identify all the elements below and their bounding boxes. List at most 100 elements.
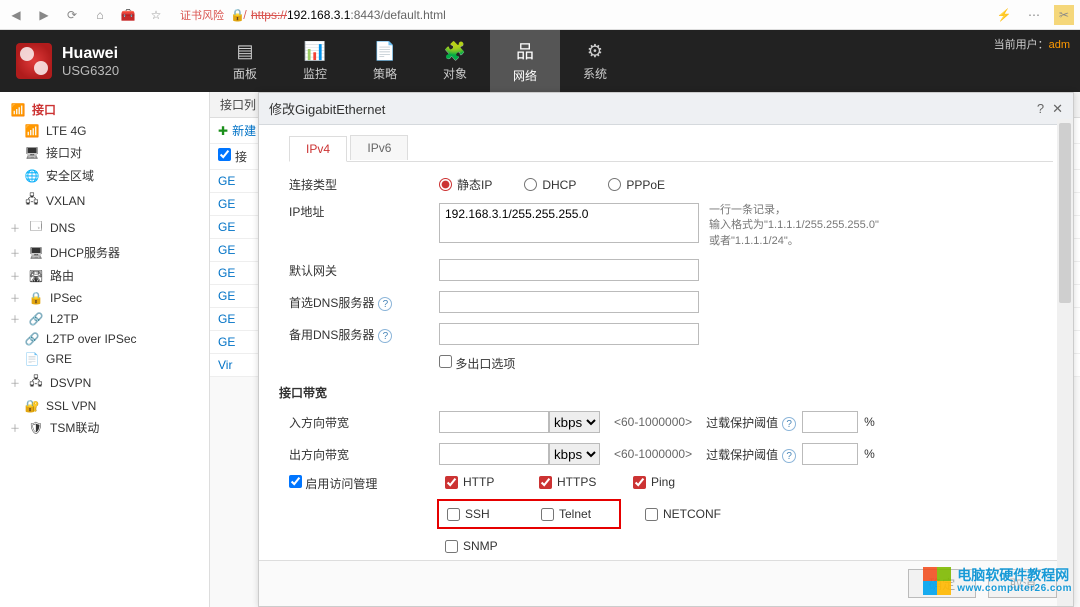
- tree-tsm[interactable]: ＋🛡TSM联动: [4, 416, 205, 439]
- add-button[interactable]: 新建: [232, 124, 256, 138]
- home-button[interactable]: ⌂: [90, 5, 110, 25]
- highlight-box: SSH Telnet: [437, 499, 621, 529]
- dialog-title: 修改GigabitEthernet: [269, 99, 385, 118]
- lock-insecure-icon: 🔒̸: [230, 8, 245, 22]
- content-area: 接口列 ✚新建 接 GE GE GE GE GE GE GE GE Vir 修改…: [210, 92, 1080, 607]
- nav-system[interactable]: ⚙系统: [560, 30, 630, 92]
- close-icon[interactable]: ✕: [1052, 101, 1063, 117]
- zone-icon: 🌐: [24, 169, 40, 183]
- chk-ssh[interactable]: SSH: [447, 507, 517, 521]
- label-conn-type: 连接类型: [289, 176, 439, 193]
- ip-tabs: IPv4 IPv6: [289, 135, 1053, 162]
- user-area: 当前用户：adm: [994, 30, 1080, 92]
- tree-gre[interactable]: 📄GRE: [4, 349, 205, 369]
- nav-network[interactable]: 品网络: [490, 30, 560, 92]
- plus-icon: ＋: [10, 375, 22, 390]
- tree-dsvpn[interactable]: ＋🖧DSVPN: [4, 369, 205, 396]
- back-button[interactable]: ◀: [6, 5, 26, 25]
- plus-icon: ＋: [10, 420, 22, 435]
- enable-access-checkbox[interactable]: 启用访问管理: [289, 475, 439, 492]
- brand-model: USG6320: [62, 63, 119, 79]
- help-icon[interactable]: ?: [782, 417, 796, 431]
- label-dns2: 备用DNS服务器?: [289, 326, 439, 343]
- tree-l2tpipsec[interactable]: 🔗L2TP over IPSec: [4, 329, 205, 349]
- lte-icon: 📶: [24, 124, 40, 138]
- scroll-thumb[interactable]: [1059, 123, 1071, 303]
- chk-snmp[interactable]: SNMP: [445, 539, 515, 553]
- plus-icon: ＋: [10, 220, 22, 235]
- tab-ipv6[interactable]: IPv6: [350, 135, 408, 160]
- tree-dns[interactable]: ＋🗔DNS: [4, 214, 205, 241]
- tree-dhcp[interactable]: ＋🖥DHCP服务器: [4, 241, 205, 264]
- out-bw-unit[interactable]: kbps: [549, 443, 600, 465]
- dns2-input[interactable]: [439, 323, 699, 345]
- nav-dashboard[interactable]: ▤面板: [210, 30, 280, 92]
- tree-lte4g[interactable]: 📶LTE 4G: [4, 121, 205, 141]
- tree-zone[interactable]: 🌐安全区域: [4, 164, 205, 187]
- chk-netconf[interactable]: NETCONF: [645, 499, 721, 529]
- more-icon[interactable]: ⋯: [1024, 5, 1044, 25]
- chk-ping[interactable]: Ping: [633, 475, 703, 489]
- l2tp-icon: 🔗: [28, 312, 44, 326]
- in-bw-unit[interactable]: kbps: [549, 411, 600, 433]
- star-button[interactable]: ☆: [146, 5, 166, 25]
- select-checkbox[interactable]: [218, 148, 231, 161]
- radio-pppoe[interactable]: PPPoE: [608, 178, 665, 192]
- label-out-bw: 出方向带宽: [289, 446, 439, 463]
- dialog-body: IPv4 IPv6 连接类型 静态IP DHCP PPPoE IP地址 192.…: [259, 125, 1073, 560]
- chk-https[interactable]: HTTPS: [539, 475, 609, 489]
- dns-icon: 🗔: [28, 217, 44, 238]
- top-nav: ▤面板 📊监控 📄策略 🧩对象 品网络 ⚙系统: [210, 30, 630, 92]
- pair-icon: 🖥: [24, 146, 40, 160]
- ipsec-icon: 🔒: [28, 291, 44, 305]
- plus-icon: ＋: [10, 311, 22, 326]
- network-icon: 品: [516, 38, 534, 64]
- flash-icon[interactable]: ⚡: [994, 5, 1014, 25]
- tsm-icon: 🛡: [28, 421, 44, 435]
- scissors-icon[interactable]: ✂: [1054, 5, 1074, 25]
- access-protocols: HTTP HTTPS Ping SSH Telnet NETCONF: [445, 475, 721, 553]
- overload-out-input[interactable]: [802, 443, 858, 465]
- tree-route[interactable]: ＋🛣路由: [4, 264, 205, 287]
- tree-vxlan[interactable]: 🖧VXLAN: [4, 187, 205, 214]
- plus-icon: ＋: [10, 268, 22, 283]
- dsvpn-icon: 🖧: [28, 372, 44, 393]
- tree-ipsec[interactable]: ＋🔒IPSec: [4, 287, 205, 308]
- bookmarks-button[interactable]: 🧰: [118, 5, 138, 25]
- sslvpn-icon: 🔐: [24, 399, 40, 413]
- ok-button[interactable]: 确定: [908, 569, 977, 598]
- nav-object[interactable]: 🧩对象: [420, 30, 490, 92]
- tree-ifpair[interactable]: 🖥接口对: [4, 141, 205, 164]
- nav-monitor[interactable]: 📊监控: [280, 30, 350, 92]
- tab-ipv4[interactable]: IPv4: [289, 136, 347, 162]
- cancel-button[interactable]: 取消: [988, 569, 1057, 598]
- ip-address-input[interactable]: 192.168.3.1/255.255.255.0: [439, 203, 699, 243]
- dns1-input[interactable]: [439, 291, 699, 313]
- reload-button[interactable]: ⟳: [62, 5, 82, 25]
- chk-telnet[interactable]: Telnet: [541, 507, 611, 521]
- help-icon[interactable]: ?: [1037, 101, 1044, 116]
- route-icon: 🛣: [28, 269, 44, 283]
- radio-dhcp[interactable]: DHCP: [524, 178, 576, 192]
- scrollbar[interactable]: [1057, 119, 1073, 606]
- tree-sslvpn[interactable]: 🔐SSL VPN: [4, 396, 205, 416]
- chk-http[interactable]: HTTP: [445, 475, 515, 489]
- overload-in-input[interactable]: [802, 411, 858, 433]
- help-icon[interactable]: ?: [782, 449, 796, 463]
- in-bw-input[interactable]: [439, 411, 549, 433]
- gateway-input[interactable]: [439, 259, 699, 281]
- tree-interface[interactable]: 📶接口: [4, 98, 205, 121]
- plus-icon: ＋: [10, 245, 22, 260]
- address-bar[interactable]: 证书风险 🔒̸ https://192.168.3.1:8443/default…: [174, 7, 986, 23]
- nav-policy[interactable]: 📄策略: [350, 30, 420, 92]
- out-bw-input[interactable]: [439, 443, 549, 465]
- radio-static[interactable]: 静态IP: [439, 176, 492, 193]
- help-icon[interactable]: ?: [378, 329, 392, 343]
- forward-button[interactable]: ▶: [34, 5, 54, 25]
- label-ip-addr: IP地址: [289, 203, 439, 220]
- multiexit-checkbox[interactable]: 多出口选项: [439, 355, 515, 372]
- label-overload-out: 过载保护阈值?: [706, 446, 796, 463]
- help-icon[interactable]: ?: [378, 297, 392, 311]
- conn-type-group: 静态IP DHCP PPPoE: [439, 176, 665, 193]
- tree-l2tp[interactable]: ＋🔗L2TP: [4, 308, 205, 329]
